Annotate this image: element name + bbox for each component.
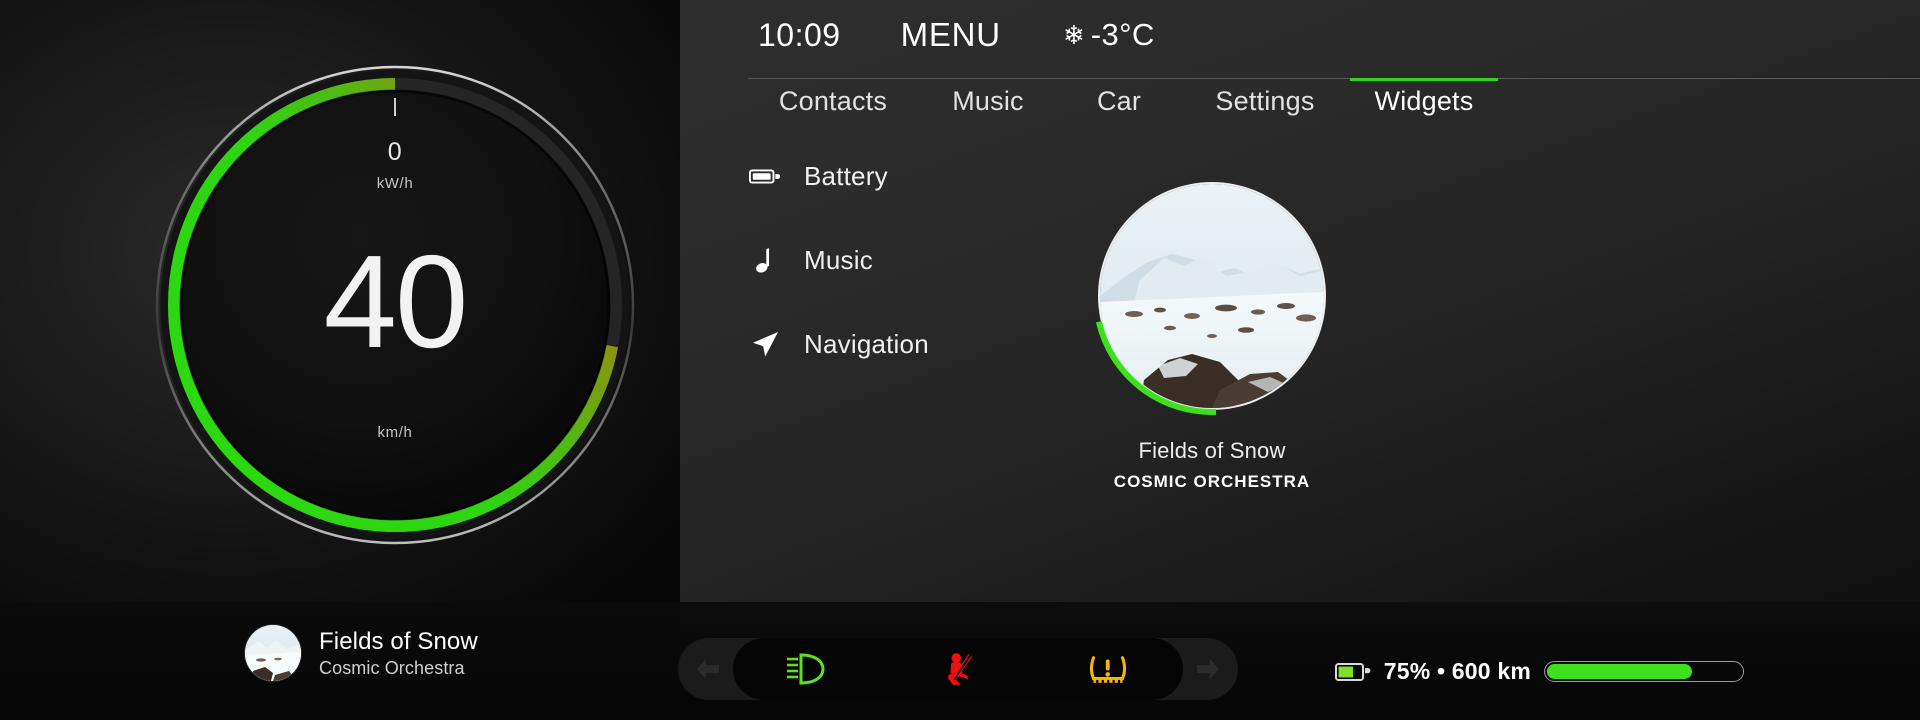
widget-item-label: Navigation [804,328,929,359]
snowflake-icon: ❄ [1062,20,1085,50]
tire-pressure-warning-icon [1078,647,1138,691]
battery-range-text: 75% • 600 km [1383,658,1531,684]
page-title: MENU [900,16,1001,53]
dashboard-screen: 0 kW/h 40 km/h Fields of Snow Cosmic Orc… [0,0,1920,720]
widget-item-music[interactable]: Music [748,242,929,278]
album-art-thumbnail [245,625,301,681]
tab-contacts[interactable]: Contacts [748,78,918,130]
navigation-arrow-icon [748,327,782,361]
now-playing-mini[interactable]: Fields of Snow Cosmic Orchestra [245,625,478,681]
speed-unit: km/h [377,424,413,441]
clock: 10:09 [758,16,841,53]
battery-level-fill [1547,664,1692,679]
tab-label: Widgets [1374,85,1474,116]
now-playing-mini-text: Fields of Snow Cosmic Orchestra [319,628,478,679]
track-artist: Cosmic Orchestra [319,657,465,678]
tab-settings[interactable]: Settings [1180,78,1350,130]
tab-indicator-active [1350,78,1498,81]
headlight-low-beam-icon [778,647,838,691]
widget-track-artist: COSMIC ORCHESTRA [1113,472,1311,491]
arrow-left-icon[interactable] [696,658,720,685]
tab-label: Settings [1215,85,1315,116]
tabs: Contacts Music Car Settings Widgets [748,78,1498,130]
track-title: Fields of Snow [319,627,478,655]
tab-label: Car [1096,85,1142,116]
widget-item-label: Battery [804,160,888,191]
tab-car[interactable]: Car [1058,78,1180,130]
tab-indicator [748,78,918,81]
tab-bar: Contacts Music Car Settings Widgets [748,78,1920,130]
widget-item-label: Music [804,244,873,275]
arrow-right-icon[interactable] [1196,658,1220,685]
widget-list: Battery Music Navigation [748,158,929,362]
battery-icon [748,159,782,193]
speed-gauge: 0 kW/h 40 km/h [150,60,640,550]
tab-indicator [1180,78,1350,81]
music-note-icon [748,243,782,277]
tab-label: Music [952,85,1024,116]
widget-item-battery[interactable]: Battery [748,158,929,194]
header: 10:09 MENU ❄ -3°C [758,16,1155,54]
tab-label: Contacts [778,85,888,116]
tab-indicator [1058,78,1180,81]
outside-temperature: ❄ -3°C [1063,17,1155,53]
telltale-indicators [733,638,1183,700]
album-art-circle [1092,176,1332,416]
tab-indicator [918,78,1058,81]
battery-level-bar [1544,661,1744,682]
music-widget[interactable]: Fields of Snow COSMIC ORCHESTRA [1087,176,1337,492]
widget-track-title: Fields of Snow [1138,438,1286,463]
telltale-indicator-bar [678,638,1238,700]
battery-status: 75% • 600 km [1334,658,1744,685]
playback-progress-ring [1093,177,1331,415]
speed-value: 40 [323,228,469,375]
widget-item-navigation[interactable]: Navigation [748,326,929,362]
seatbelt-warning-icon [928,647,988,691]
tab-widgets[interactable]: Widgets [1350,78,1498,130]
tab-music[interactable]: Music [918,78,1058,130]
battery-icon [1334,661,1371,683]
temperature-value: -3°C [1090,17,1155,52]
